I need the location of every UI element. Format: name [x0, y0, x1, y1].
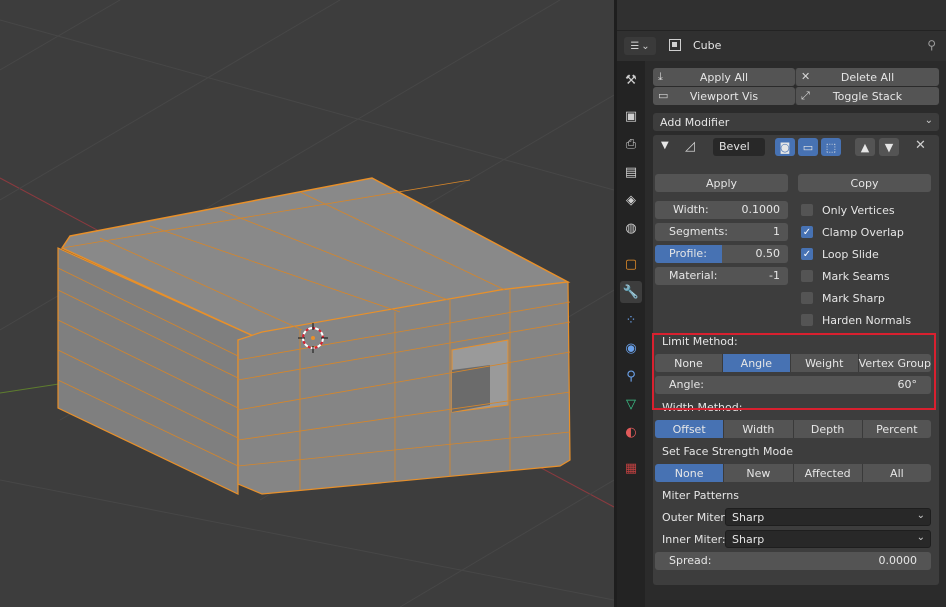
segments-field[interactable]: Segments: 1	[655, 223, 788, 241]
pin-icon[interactable]: ⚲	[927, 38, 936, 52]
constraints-tab-icon[interactable]: ⚲	[620, 365, 642, 387]
properties-editor-icon: ☰	[630, 40, 640, 52]
viewport-toggle-icon[interactable]: ▭	[798, 138, 818, 156]
width-field[interactable]: Width: 0.1000	[655, 201, 788, 219]
modifier-properties: ⤓ Apply All ✕ Delete All ▭ Viewport Vis ⤢ To…	[645, 61, 946, 607]
3d-viewport[interactable]	[0, 0, 614, 607]
toggle-stack-button[interactable]: ⤢ Toggle Stack	[795, 87, 939, 105]
properties-top-strip	[617, 0, 946, 31]
move-down-icon[interactable]: ▼	[879, 138, 899, 156]
viewport-vis-button[interactable]: ▭ Viewport Vis	[653, 87, 795, 105]
bevel-modifier-icon: ◿	[685, 139, 695, 154]
inner-miter-label: Inner Miter:	[662, 533, 726, 546]
collapse-arrow-icon[interactable]: ▼	[661, 140, 669, 151]
face-new-option[interactable]: New	[724, 464, 794, 482]
width-percent-option[interactable]: Percent	[862, 420, 931, 438]
render-toggle-icon[interactable]: ◙	[775, 138, 795, 156]
modifier-name-field[interactable]: Bevel	[713, 138, 765, 156]
view-layer-tab-icon[interactable]: ▤	[620, 161, 642, 183]
inner-miter-dropdown[interactable]: Sharp ⌄	[725, 530, 931, 548]
chevron-down-icon: ⌄	[916, 510, 925, 521]
add-modifier-dropdown[interactable]: Add Modifier ⌄	[653, 113, 939, 131]
object-name: Cube	[693, 39, 722, 52]
apply-button[interactable]: Apply	[655, 174, 788, 192]
particles-tab-icon[interactable]: ⁘	[620, 309, 642, 331]
face-all-option[interactable]: All	[862, 464, 931, 482]
cube-hole-inner	[452, 365, 490, 412]
tool-tab-icon[interactable]: ⚒	[620, 69, 642, 91]
width-width-option[interactable]: Width	[724, 420, 794, 438]
editor-type-dropdown[interactable]: ☰ ⌄	[624, 37, 656, 55]
material-tab-icon[interactable]: ◐	[620, 421, 642, 443]
profile-slider[interactable]: Profile: 0.50	[655, 245, 788, 263]
remove-modifier-icon[interactable]: ✕	[915, 138, 926, 153]
render-tab-icon[interactable]: ▣	[620, 105, 642, 127]
checkbox-box[interactable]: ✓	[801, 248, 813, 260]
object-icon	[669, 39, 681, 51]
monitor-icon: ▭	[658, 89, 669, 102]
face-strength-label: Set Face Strength Mode	[662, 445, 793, 458]
scene-tab-icon[interactable]: ◈	[620, 189, 642, 211]
data-tab-icon[interactable]: ▽	[620, 393, 642, 415]
chevron-down-icon: ⌄	[916, 532, 925, 543]
mark-sharp-checkbox[interactable]: Mark Sharp	[801, 290, 885, 306]
mark-seams-checkbox[interactable]: Mark Seams	[801, 268, 890, 284]
editmode-toggle-icon[interactable]: ⬚	[821, 138, 841, 156]
width-depth-option[interactable]: Depth	[793, 420, 863, 438]
outer-miter-dropdown[interactable]: Sharp ⌄	[725, 508, 931, 526]
move-up-icon[interactable]: ▲	[855, 138, 875, 156]
outer-miter-label: Outer Miter:	[662, 511, 729, 524]
close-icon: ✕	[801, 70, 811, 83]
bevel-modifier-panel: ▼ ◿ Bevel ◙ ▭ ⬚ ▲ ▼ ✕ Apply Copy Width: 0…	[652, 135, 939, 585]
checkbox-box[interactable]	[801, 204, 813, 216]
object-tab-icon[interactable]: ▢	[620, 253, 642, 275]
properties-editor: ☰ ⌄ Cube ⚲ ⚒ ▣ ⎙ ▤ ◈ ◍ ▢ 🔧 ⁘ ◉ ⚲ ▽ ◐ ▦ ⤓ A…	[617, 0, 946, 607]
output-tab-icon[interactable]: ⎙	[620, 133, 642, 155]
spread-field[interactable]: Spread: 0.0000	[655, 552, 931, 570]
chevron-down-icon: ⌄	[924, 115, 933, 126]
miter-patterns-label: Miter Patterns	[662, 489, 739, 502]
properties-header: ☰ ⌄ Cube ⚲	[617, 31, 946, 61]
face-strength-selector[interactable]: None New Affected All	[655, 464, 931, 482]
viewport-canvas[interactable]	[0, 0, 614, 607]
chevron-down-icon: ⌄	[641, 40, 650, 52]
limit-method-highlight-box	[652, 333, 936, 410]
checkbox-box[interactable]: ✓	[801, 226, 813, 238]
only-vertices-checkbox[interactable]: Only Vertices	[801, 202, 895, 218]
physics-tab-icon[interactable]: ◉	[620, 337, 642, 359]
expand-icon: ⤢	[801, 89, 810, 102]
apply-all-button[interactable]: ⤓ Apply All	[653, 68, 795, 86]
checkbox-box[interactable]	[801, 292, 813, 304]
checkbox-box[interactable]	[801, 270, 813, 282]
harden-normals-checkbox[interactable]: Harden Normals	[801, 312, 911, 328]
copy-button[interactable]: Copy	[798, 174, 931, 192]
checkbox-box[interactable]	[801, 314, 813, 326]
width-method-selector[interactable]: Offset Width Depth Percent	[655, 420, 931, 438]
face-affected-option[interactable]: Affected	[793, 464, 863, 482]
texture-tab-icon[interactable]: ▦	[620, 457, 642, 479]
delete-all-button[interactable]: ✕ Delete All	[795, 68, 939, 86]
material-field[interactable]: Material: -1	[655, 267, 788, 285]
width-offset-option[interactable]: Offset	[655, 420, 725, 438]
download-icon: ⤓	[658, 70, 663, 83]
face-none-option[interactable]: None	[655, 464, 725, 482]
properties-tab-bar: ⚒ ▣ ⎙ ▤ ◈ ◍ ▢ 🔧 ⁘ ◉ ⚲ ▽ ◐ ▦	[617, 61, 645, 607]
world-tab-icon[interactable]: ◍	[620, 217, 642, 239]
modifier-tab-icon[interactable]: 🔧	[620, 281, 642, 303]
loop-slide-checkbox[interactable]: ✓ Loop Slide	[801, 246, 879, 262]
clamp-overlap-checkbox[interactable]: ✓ Clamp Overlap	[801, 224, 904, 240]
